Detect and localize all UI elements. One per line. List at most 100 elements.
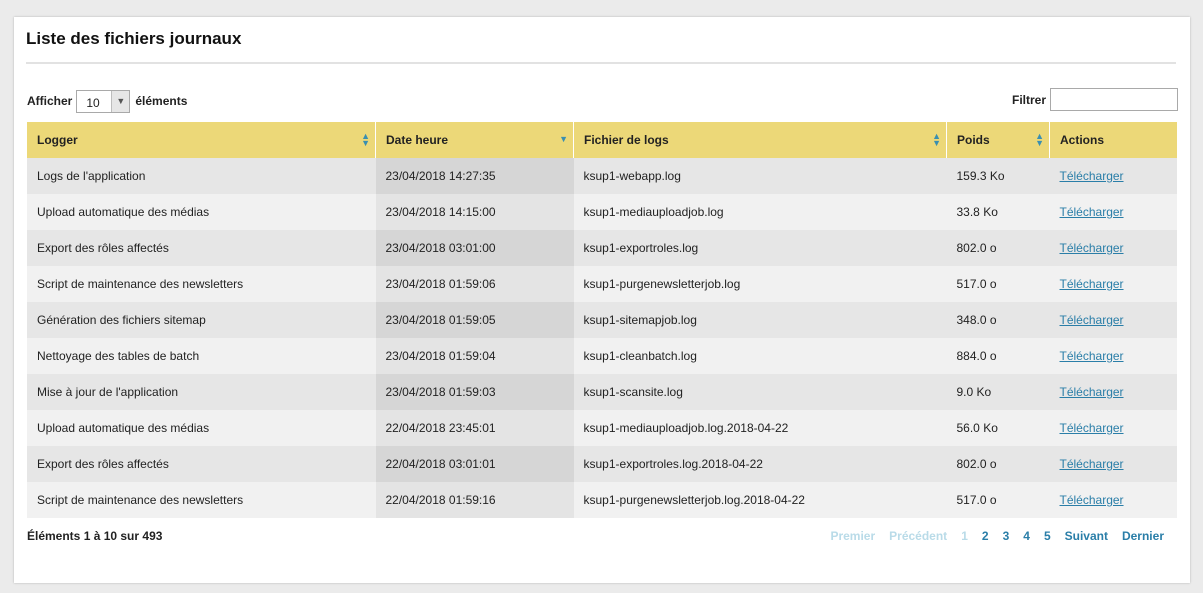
cell-size: 517.0 o xyxy=(946,266,1050,302)
download-link[interactable]: Télécharger xyxy=(1060,493,1124,507)
sort-desc-icon: ▼ xyxy=(559,134,568,144)
length-prefix-label: Afficher xyxy=(27,94,73,108)
page-length-value: 10 xyxy=(86,95,100,110)
cell-date: 23/04/2018 14:27:35 xyxy=(375,158,574,194)
download-link[interactable]: Télécharger xyxy=(1060,457,1124,471)
cell-logger: Upload automatique des médias xyxy=(27,410,376,446)
table-row: Logs de l'application 23/04/2018 14:27:3… xyxy=(27,158,1177,194)
cell-logger: Script de maintenance des newsletters xyxy=(27,482,376,518)
cell-actions: Télécharger xyxy=(1049,446,1177,482)
download-link[interactable]: Télécharger xyxy=(1060,385,1124,399)
pagination-page-3[interactable]: 3 xyxy=(1003,529,1010,543)
column-header-size[interactable]: Poids ▲ ▼ xyxy=(946,122,1050,158)
log-files-panel: Liste des fichiers journaux Afficher 10 … xyxy=(14,17,1190,583)
cell-file: ksup1-webapp.log xyxy=(573,158,947,194)
cell-file: ksup1-exportroles.log xyxy=(573,230,947,266)
cell-file: ksup1-cleanbatch.log xyxy=(573,338,947,374)
cell-actions: Télécharger xyxy=(1049,338,1177,374)
pagination-page-5[interactable]: 5 xyxy=(1044,529,1051,543)
column-header-actions: Actions xyxy=(1049,122,1177,158)
cell-date: 23/04/2018 14:15:00 xyxy=(375,194,574,230)
filter-label: Filtrer xyxy=(1011,92,1046,107)
column-header-date[interactable]: Date heure ▼ xyxy=(375,122,574,158)
sort-both-icon: ▲ ▼ xyxy=(1035,131,1044,148)
cell-date: 23/04/2018 01:59:04 xyxy=(375,338,574,374)
table-header-row: Logger ▲ ▼ Date heure ▼ Fichier de logs ▲… xyxy=(27,122,1177,158)
cell-size: 159.3 Ko xyxy=(946,158,1050,194)
table-row: Génération des fichiers sitemap 23/04/20… xyxy=(27,302,1177,338)
cell-date: 23/04/2018 03:01:00 xyxy=(375,230,574,266)
column-header-file[interactable]: Fichier de logs ▲ ▼ xyxy=(573,122,947,158)
table-row: Export des rôles affectés 23/04/2018 03:… xyxy=(27,230,1177,266)
cell-date: 22/04/2018 23:45:01 xyxy=(375,410,574,446)
pagination-page-1[interactable]: 1 xyxy=(961,529,968,543)
cell-logger: Script de maintenance des newsletters xyxy=(27,266,376,302)
table-info: Éléments 1 à 10 sur 493 xyxy=(27,529,163,543)
cell-file: ksup1-mediauploadjob.log xyxy=(573,194,947,230)
cell-size: 33.8 Ko xyxy=(946,194,1050,230)
download-link[interactable]: Télécharger xyxy=(1060,349,1124,363)
column-header-label: Logger xyxy=(37,133,78,147)
pagination-next[interactable]: Suivant xyxy=(1065,529,1108,543)
cell-file: ksup1-purgenewsletterjob.log.2018-04-22 xyxy=(573,482,947,518)
pagination-previous[interactable]: Précédent xyxy=(889,529,947,543)
sort-both-icon: ▲ ▼ xyxy=(932,131,941,148)
cell-date: 23/04/2018 01:59:05 xyxy=(375,302,574,338)
length-suffix-label: éléments xyxy=(135,94,188,108)
column-header-label: Fichier de logs xyxy=(584,133,669,147)
cell-size: 884.0 o xyxy=(946,338,1050,374)
cell-actions: Télécharger xyxy=(1049,194,1177,230)
download-link[interactable]: Télécharger xyxy=(1060,421,1124,435)
cell-actions: Télécharger xyxy=(1049,230,1177,266)
cell-logger: Logs de l'application xyxy=(27,158,376,194)
cell-actions: Télécharger xyxy=(1049,482,1177,518)
cell-date: 23/04/2018 01:59:03 xyxy=(375,374,574,410)
page-length-select[interactable]: 10 ▼ xyxy=(76,89,131,113)
cell-date: 22/04/2018 01:59:16 xyxy=(375,482,574,518)
cell-size: 56.0 Ko xyxy=(946,410,1050,446)
table-row: Script de maintenance des newsletters 23… xyxy=(27,266,1177,302)
cell-actions: Télécharger xyxy=(1049,158,1177,194)
cell-logger: Mise à jour de l'application xyxy=(27,374,376,410)
filter-input[interactable] xyxy=(1050,88,1178,111)
cell-actions: Télécharger xyxy=(1049,302,1177,338)
cell-logger: Export des rôles affectés xyxy=(27,230,376,266)
page-title: Liste des fichiers journaux xyxy=(26,29,242,48)
column-header-logger[interactable]: Logger ▲ ▼ xyxy=(27,122,376,158)
cell-logger: Nettoyage des tables de batch xyxy=(27,338,376,374)
cell-size: 517.0 o xyxy=(946,482,1050,518)
log-files-table: Logger ▲ ▼ Date heure ▼ Fichier de logs ▲… xyxy=(27,122,1177,518)
cell-date: 23/04/2018 01:59:06 xyxy=(375,266,574,302)
title-divider xyxy=(26,62,1176,64)
cell-actions: Télécharger xyxy=(1049,374,1177,410)
download-link[interactable]: Télécharger xyxy=(1060,241,1124,255)
table-row: Export des rôles affectés 22/04/2018 03:… xyxy=(27,446,1177,482)
pagination-last[interactable]: Dernier xyxy=(1122,529,1164,543)
cell-logger: Export des rôles affectés xyxy=(27,446,376,482)
pagination-pages: 1 2 3 4 5 xyxy=(961,529,1050,543)
cell-date: 22/04/2018 03:01:01 xyxy=(375,446,574,482)
column-header-label: Date heure xyxy=(386,133,449,147)
cell-file: ksup1-exportroles.log.2018-04-22 xyxy=(573,446,947,482)
pagination-page-4[interactable]: 4 xyxy=(1023,529,1030,543)
pagination-page-2[interactable]: 2 xyxy=(982,529,989,543)
cell-size: 9.0 Ko xyxy=(946,374,1050,410)
table-row: Upload automatique des médias 22/04/2018… xyxy=(27,410,1177,446)
download-link[interactable]: Télécharger xyxy=(1060,169,1124,183)
cell-file: ksup1-scansite.log xyxy=(573,374,947,410)
chevron-down-icon[interactable]: ▼ xyxy=(111,90,130,112)
cell-file: ksup1-mediauploadjob.log.2018-04-22 xyxy=(573,410,947,446)
pagination-first[interactable]: Premier xyxy=(830,529,875,543)
download-link[interactable]: Télécharger xyxy=(1060,313,1124,327)
cell-actions: Télécharger xyxy=(1049,410,1177,446)
table-row: Upload automatique des médias 23/04/2018… xyxy=(27,194,1177,230)
cell-logger: Upload automatique des médias xyxy=(27,194,376,230)
download-link[interactable]: Télécharger xyxy=(1060,205,1124,219)
cell-size: 348.0 o xyxy=(946,302,1050,338)
download-link[interactable]: Télécharger xyxy=(1060,277,1124,291)
filter-control: Filtrer xyxy=(1012,88,1178,111)
table-row: Mise à jour de l'application 23/04/2018 … xyxy=(27,374,1177,410)
column-header-label: Actions xyxy=(1060,133,1105,147)
page-length-control: Afficher 10 ▼ éléments xyxy=(27,89,187,113)
cell-file: ksup1-purgenewsletterjob.log xyxy=(573,266,947,302)
